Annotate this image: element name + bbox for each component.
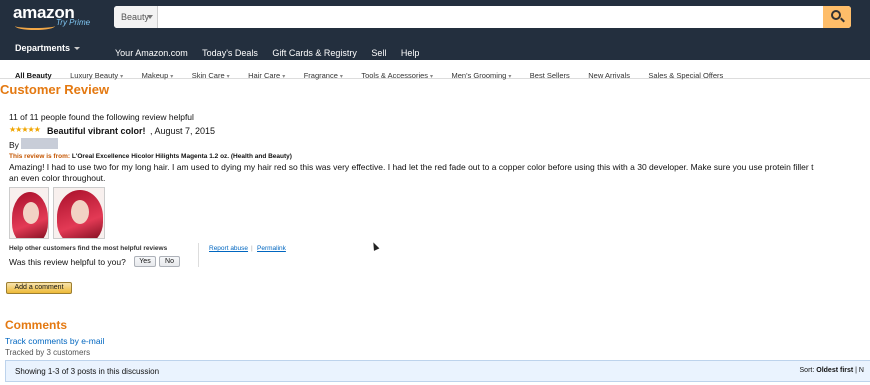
departments-menu[interactable]: Departments (15, 43, 81, 53)
subnav-makeup[interactable]: Makeup (142, 71, 174, 80)
chevron-down-icon (74, 47, 81, 51)
search-bar: Beauty (114, 6, 851, 28)
review-body: Amazing! I had to use two for my long ha… (9, 162, 870, 184)
review-source-label: This review is from: (9, 153, 71, 160)
divider (198, 243, 199, 267)
helpful-caption: Help other customers find the most helpf… (9, 245, 168, 252)
subnav-tools-accessories[interactable]: Tools & Accessories (361, 71, 433, 80)
subnav-sales-offers[interactable]: Sales & Special Offers (648, 71, 723, 80)
search-category-dropdown[interactable]: Beauty (114, 6, 158, 28)
search-button[interactable] (823, 6, 851, 28)
photo-face (71, 200, 89, 224)
category-subnav: All Beauty Luxury Beauty Makeup Skin Car… (0, 60, 870, 80)
helpful-question: Was this review helpful to you? (9, 257, 126, 267)
sort-control: Sort: Oldest first | N (800, 367, 864, 374)
nav-link-sell[interactable]: Sell (371, 48, 386, 58)
review-photo-2[interactable] (53, 187, 105, 239)
nav-link-your-amazon[interactable]: Your Amazon.com (115, 48, 188, 58)
sort-newest-link[interactable]: | N (855, 367, 864, 374)
comments-heading: Comments (5, 318, 68, 332)
chevron-down-icon (147, 15, 153, 19)
nav-link-help[interactable]: Help (401, 48, 420, 58)
star-rating-icon: ★★★★★ (9, 125, 41, 134)
nav-link-gift-cards[interactable]: Gift Cards & Registry (272, 48, 357, 58)
top-nav-bar: amazon Try Prime Beauty (0, 0, 870, 38)
subnav-luxury-beauty[interactable]: Luxury Beauty (70, 71, 123, 80)
review-product-link[interactable]: L'Oreal Excellence Hicolor Hilights Mage… (72, 153, 292, 160)
subnav-best-sellers[interactable]: Best Sellers (530, 71, 570, 80)
review-body-line-1: Amazing! I had to use two for my long ha… (9, 162, 814, 172)
review-photo-1[interactable] (9, 187, 49, 239)
nav-links: Your Amazon.com Today's Deals Gift Cards… (115, 43, 429, 61)
sort-oldest-first[interactable]: Oldest first (816, 367, 853, 374)
try-prime-link[interactable]: Try Prime (56, 18, 90, 27)
subnav-hair-care[interactable]: Hair Care (248, 71, 285, 80)
review-title: Beautiful vibrant color! (47, 126, 146, 136)
search-icon-handle (840, 17, 845, 23)
helpful-no-button[interactable]: No (159, 256, 180, 267)
nav-link-todays-deals[interactable]: Today's Deals (202, 48, 258, 58)
mouse-cursor-icon (370, 241, 380, 251)
search-input[interactable] (158, 6, 822, 28)
permalink-link[interactable]: Permalink (257, 245, 286, 252)
subnav-new-arrivals[interactable]: New Arrivals (588, 71, 630, 80)
subnav-fragrance[interactable]: Fragrance (304, 71, 343, 80)
secondary-nav: Departments Your Amazon.com Today's Deal… (0, 38, 870, 60)
link-separator: | (251, 245, 253, 252)
discussion-bar: Showing 1-3 of 3 posts in this discussio… (5, 360, 870, 382)
helpful-yes-button[interactable]: Yes (134, 256, 156, 267)
logo-smile-icon (15, 22, 55, 30)
track-comments-link[interactable]: Track comments by e-mail (5, 336, 104, 346)
subnav-skin-care[interactable]: Skin Care (192, 71, 230, 80)
add-comment-button[interactable]: Add a comment (6, 282, 72, 294)
report-abuse-link[interactable]: Report abuse (209, 245, 248, 252)
review-body-line-2: an even color throughout. (9, 173, 106, 183)
amazon-logo[interactable]: amazon Try Prime (13, 3, 93, 33)
sort-label: Sort: (799, 367, 815, 374)
review-date: , August 7, 2015 (150, 126, 216, 136)
review-by-label: By (9, 140, 19, 150)
subnav-all-beauty[interactable]: All Beauty (15, 71, 52, 80)
departments-label: Departments (15, 43, 71, 53)
subnav-mens-grooming[interactable]: Men's Grooming (452, 71, 512, 80)
helpful-count: 11 of 11 people found the following revi… (9, 112, 194, 122)
tracked-count: Tracked by 3 customers (5, 348, 91, 357)
reviewer-name-redacted[interactable] (21, 138, 58, 149)
review-source: This review is from: L'Oreal Excellence … (9, 153, 292, 160)
page-title: Customer Review (0, 82, 110, 97)
photo-face (23, 202, 39, 224)
posts-count: Showing 1-3 of 3 posts in this discussio… (15, 367, 160, 376)
search-category-label: Beauty (121, 12, 150, 22)
